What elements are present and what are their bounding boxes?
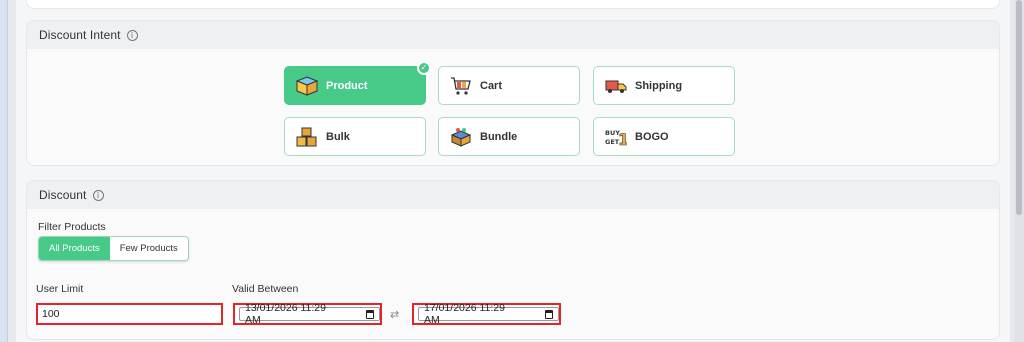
intent-tile-label: Bundle (480, 130, 518, 143)
intent-tile-bulk[interactable]: Bulk (284, 117, 426, 156)
main-content: Discount Intent i ✓ Product Cart Shippin… (16, 0, 1010, 342)
info-icon[interactable]: i (92, 189, 104, 201)
check-icon: ✓ (417, 61, 431, 75)
end-datetime-box: 17/01/2026 11:29 AM (418, 302, 559, 326)
shipping-truck-icon (605, 80, 627, 93)
filter-few-products-button[interactable]: Few Products (110, 237, 188, 260)
intent-tile-bundle[interactable]: Bundle (438, 117, 580, 156)
user-limit-label: User Limit (36, 283, 84, 295)
intent-tile-label: BOGO (635, 130, 669, 143)
discount-intent-section: Discount Intent i ✓ Product Cart Shippin… (26, 20, 1000, 166)
swap-arrows-icon: ⇄ (390, 308, 400, 321)
filter-products-toggle: All Products Few Products (38, 236, 189, 261)
discount-header: Discount i (27, 181, 999, 209)
svg-text:1: 1 (618, 130, 627, 147)
previous-section (26, 0, 1000, 9)
end-datetime-value: 17/01/2026 11:29 AM (424, 302, 505, 326)
start-datetime-value: 13/01/2026 11:29 AM (245, 302, 326, 326)
discount-title: Discount (39, 188, 87, 202)
bulk-boxes-icon (296, 127, 317, 146)
discount-intent-header: Discount Intent i (27, 21, 999, 49)
left-edge (0, 0, 8, 342)
bogo-icon: BUY GET 1 (605, 129, 627, 147)
filter-products-label: Filter Products (38, 221, 106, 233)
calendar-icon[interactable] (544, 309, 553, 319)
user-limit-value: 100 (42, 308, 60, 320)
intent-tile-label: Bulk (326, 130, 350, 143)
scrollbar[interactable] (1014, 0, 1024, 342)
intent-tile-label: Shipping (635, 79, 683, 92)
intent-tile-shipping[interactable]: Shipping (593, 66, 735, 105)
intent-tile-label: Product (326, 79, 368, 92)
intent-tile-product[interactable]: ✓ Product (284, 61, 431, 105)
bundle-box-icon (450, 127, 472, 147)
scrollbar-thumb[interactable] (1016, 0, 1022, 215)
cart-icon (451, 76, 471, 95)
valid-between-label: Valid Between (232, 283, 299, 295)
filter-all-products-button[interactable]: All Products (39, 237, 110, 260)
intent-tile-cart[interactable]: Cart (438, 66, 580, 105)
calendar-icon[interactable] (365, 309, 374, 319)
discount-section: Discount i Filter Products All Products … (26, 180, 1000, 340)
intent-tile-label: Cart (480, 79, 503, 92)
info-icon[interactable]: i (126, 29, 138, 41)
user-limit-input[interactable]: 100 (36, 303, 223, 325)
start-datetime-input[interactable]: 13/01/2026 11:29 AM (233, 302, 382, 326)
product-box-icon (296, 75, 318, 96)
end-datetime-input[interactable]: 17/01/2026 11:29 AM (412, 302, 561, 326)
intent-tile-bogo[interactable]: BUY GET 1 BOGO (593, 117, 735, 156)
start-datetime-box: 13/01/2026 11:29 AM (239, 302, 380, 326)
discount-intent-title: Discount Intent (39, 28, 121, 42)
